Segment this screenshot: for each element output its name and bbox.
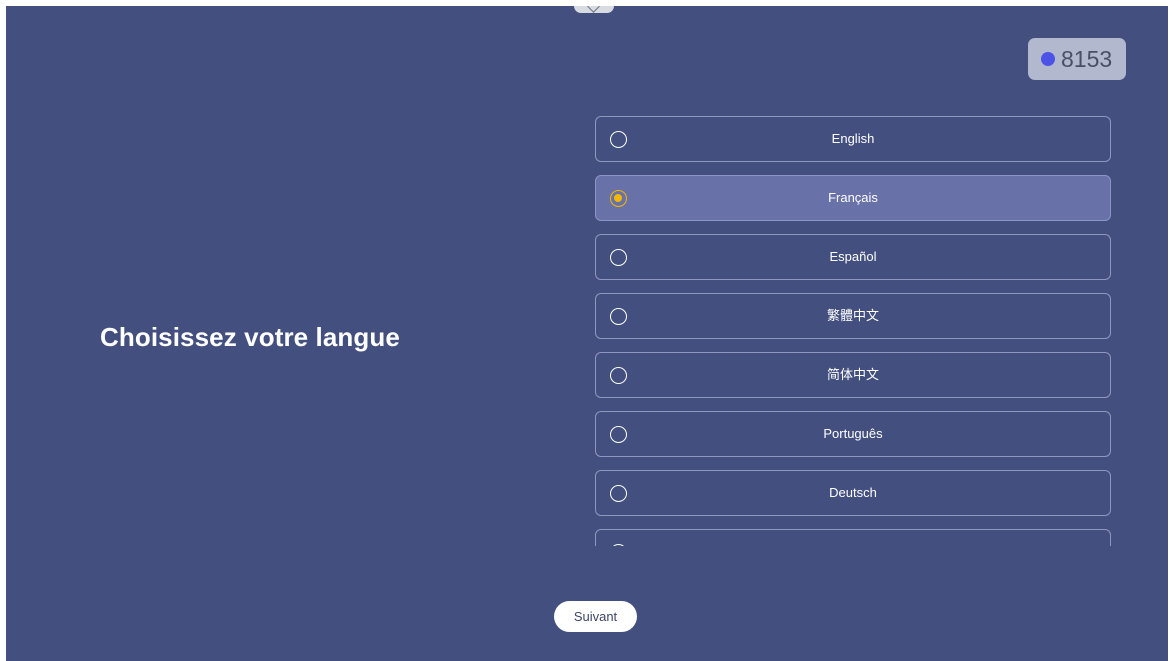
language-option-francais[interactable]: Français [595, 175, 1111, 221]
language-option-partial[interactable] [595, 529, 1111, 546]
radio-icon [610, 544, 627, 546]
language-option-deutsch[interactable]: Deutsch [595, 470, 1111, 516]
pull-down-tab[interactable] [574, 6, 614, 13]
language-option-espanol[interactable]: Español [595, 234, 1111, 280]
language-label: 简体中文 [826, 367, 879, 382]
language-option-english[interactable]: English [595, 116, 1111, 162]
language-label: English [831, 131, 875, 146]
language-label: Deutsch [829, 485, 877, 500]
language-label: Português [823, 426, 883, 441]
next-button[interactable]: Suivant [554, 601, 637, 632]
chevron-down-icon [587, 6, 600, 13]
setup-screen: 8153 Choisissez votre langue English Fra… [6, 6, 1168, 661]
language-list[interactable]: English Français Español 繁體中文 简体中文 Portu… [594, 116, 1114, 546]
language-option-portugues[interactable]: Português [595, 411, 1111, 457]
connection-badge: 8153 [1028, 38, 1126, 80]
status-dot-icon [1041, 52, 1055, 66]
language-label: Español [829, 249, 877, 264]
page-title: Choisissez votre langue [100, 322, 400, 352]
language-option-simplified-chinese[interactable]: 简体中文 [595, 352, 1111, 398]
language-label: Français [828, 190, 878, 205]
language-option-traditional-chinese[interactable]: 繁體中文 [595, 293, 1111, 339]
badge-number: 8153 [1061, 45, 1113, 72]
language-label: 繁體中文 [826, 308, 879, 323]
